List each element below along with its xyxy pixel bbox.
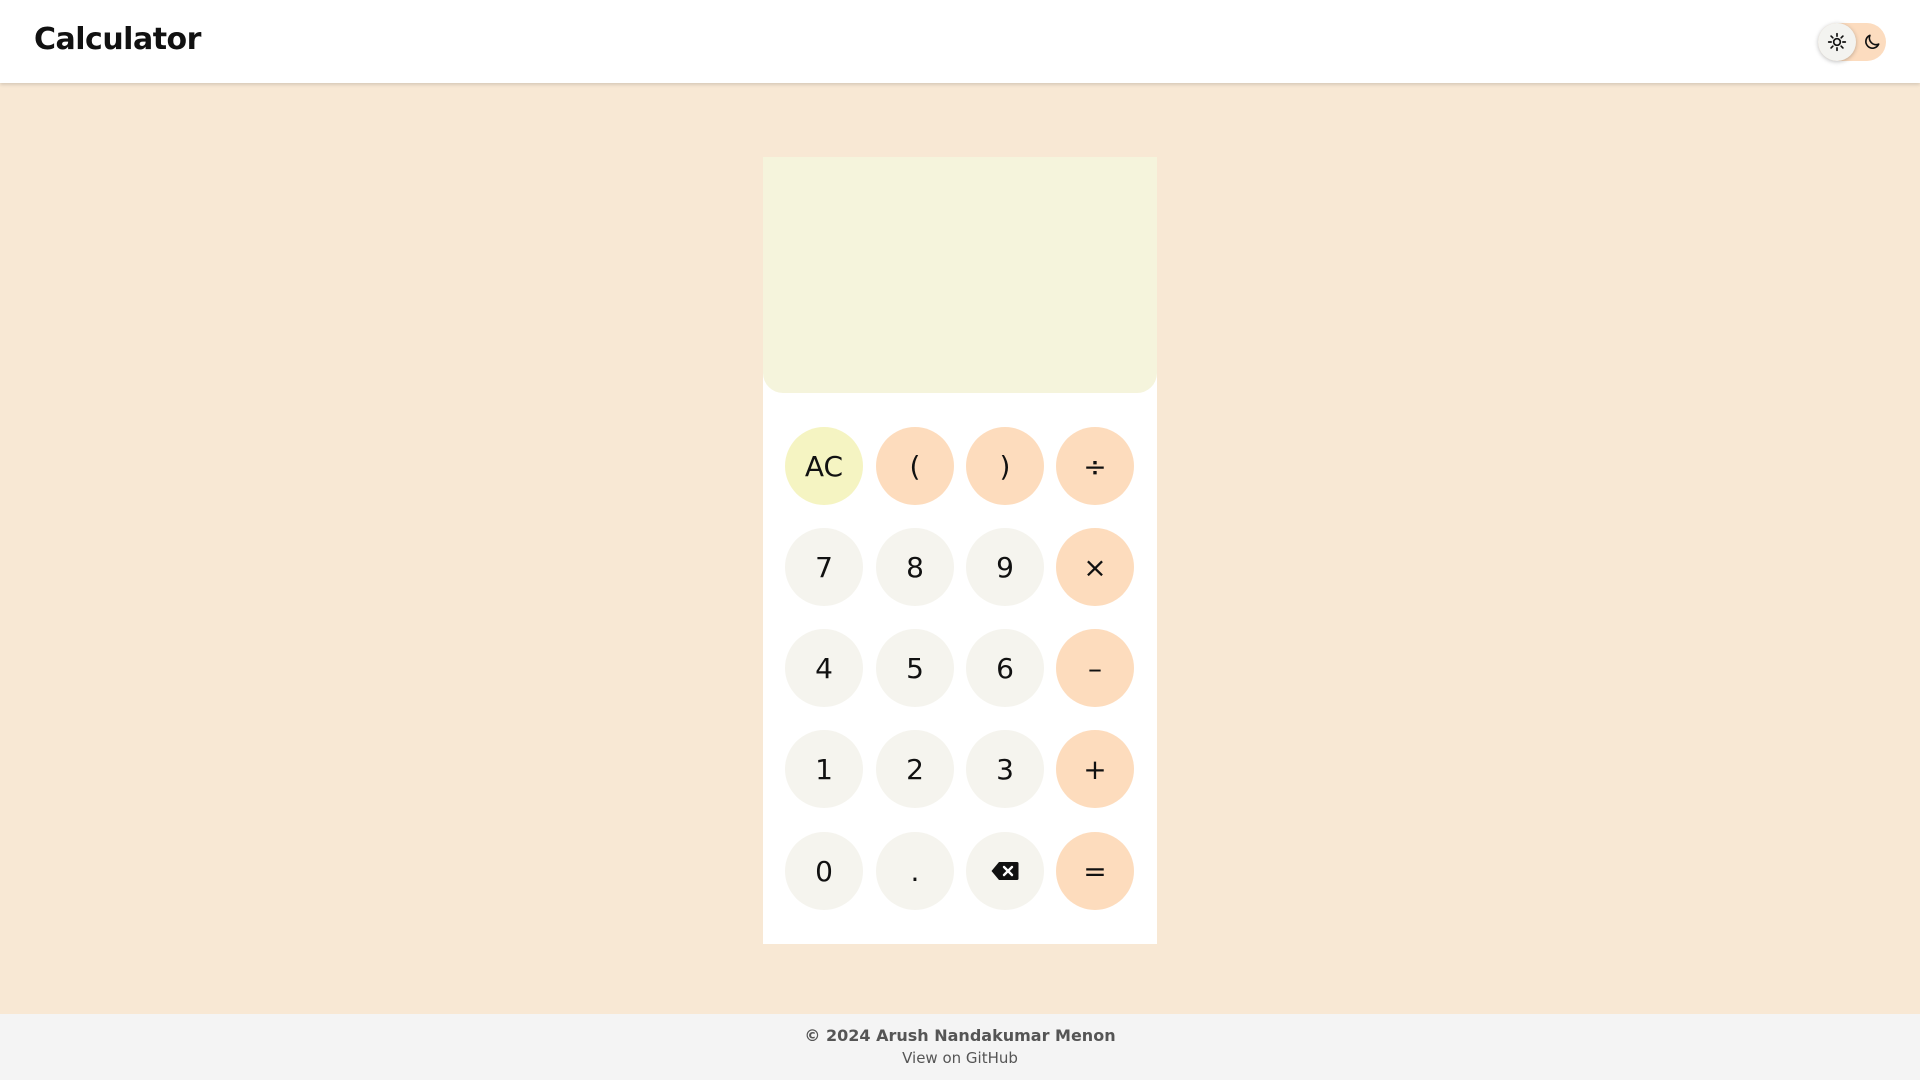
decimal-button[interactable]: . xyxy=(876,832,954,910)
close-paren-button[interactable]: ) xyxy=(966,427,1044,505)
backspace-icon xyxy=(991,862,1019,880)
display xyxy=(763,157,1157,393)
nine-button[interactable]: 9 xyxy=(966,528,1044,606)
plus-button[interactable]: + xyxy=(1056,730,1134,808)
eight-button[interactable]: 8 xyxy=(876,528,954,606)
divide-button[interactable]: ÷ xyxy=(1056,427,1134,505)
backspace-button[interactable] xyxy=(966,832,1044,910)
theme-toggle[interactable] xyxy=(1818,23,1886,61)
five-button[interactable]: 5 xyxy=(876,629,954,707)
six-button[interactable]: 6 xyxy=(966,629,1044,707)
seven-button[interactable]: 7 xyxy=(785,528,863,606)
calculator: AC ( ) ÷ 7 8 9 × 4 5 6 – 1 2 3 + 0 . = xyxy=(763,157,1157,944)
three-button[interactable]: 3 xyxy=(966,730,1044,808)
theme-toggle-knob[interactable] xyxy=(1818,23,1856,61)
zero-button[interactable]: 0 xyxy=(785,832,863,910)
app-title: Calculator xyxy=(34,22,201,57)
moon-icon xyxy=(1865,34,1880,49)
copyright-text: © 2024 Arush Nandakumar Menon xyxy=(804,1026,1116,1045)
minus-button[interactable]: – xyxy=(1056,629,1134,707)
ac-button[interactable]: AC xyxy=(785,427,863,505)
footer: © 2024 Arush Nandakumar Menon View on Gi… xyxy=(0,1014,1920,1080)
github-link[interactable]: View on GitHub xyxy=(0,1049,1920,1067)
four-button[interactable]: 4 xyxy=(785,629,863,707)
top-bar: Calculator xyxy=(0,0,1920,83)
open-paren-button[interactable]: ( xyxy=(876,427,954,505)
equals-button[interactable]: = xyxy=(1056,832,1134,910)
multiply-button[interactable]: × xyxy=(1056,528,1134,606)
two-button[interactable]: 2 xyxy=(876,730,954,808)
one-button[interactable]: 1 xyxy=(785,730,863,808)
sun-icon xyxy=(1827,32,1847,52)
